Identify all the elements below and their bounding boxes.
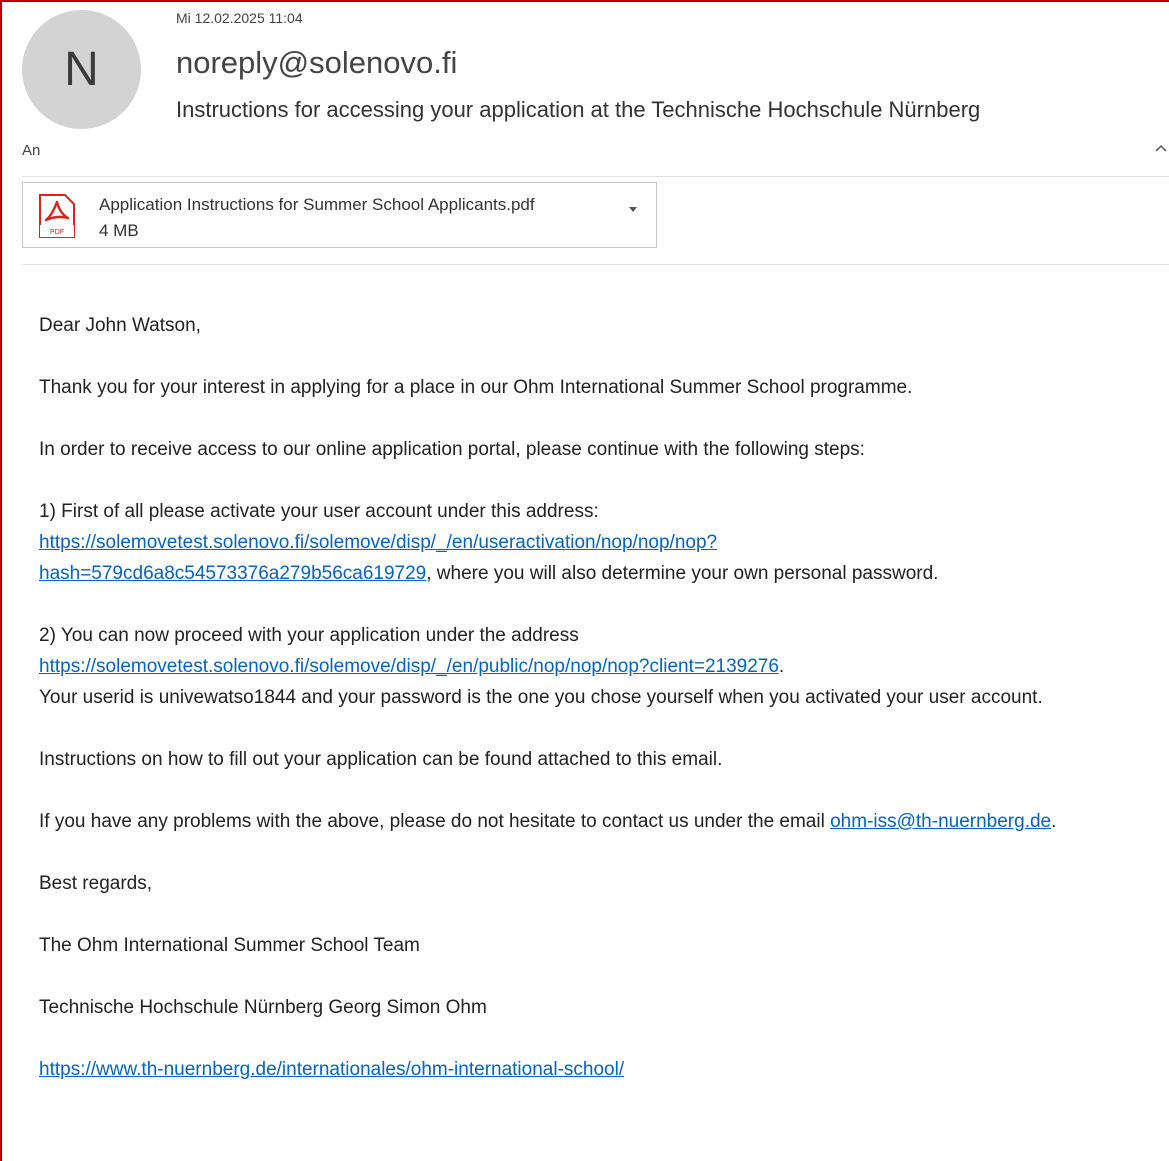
contact-email-link[interactable]: ohm-iss@th-nuernberg.de bbox=[830, 811, 1051, 832]
application-link[interactable]: https://solemovetest.solenovo.fi/solemov… bbox=[39, 656, 779, 677]
userid-text: Your userid is univewatso1844 and your p… bbox=[39, 687, 1043, 708]
contact-paragraph: If you have any problems with the above,… bbox=[39, 806, 1159, 837]
activation-link-line2[interactable]: hash=579cd6a8c54573376a279b56ca619729 bbox=[39, 563, 426, 584]
step1-paragraph: 1) First of all please activate your use… bbox=[39, 496, 1159, 589]
pdf-label: PDF bbox=[50, 229, 64, 236]
pdf-icon: PDF bbox=[37, 194, 77, 243]
signature-university: Technische Hochschule Nürnberg Georg Sim… bbox=[39, 997, 487, 1018]
instructions-paragraph: Instructions on how to fill out your app… bbox=[39, 749, 723, 770]
step1-suffix: , where you will also determine your own… bbox=[426, 563, 939, 584]
email-body: Dear John Watson, Thank you for your int… bbox=[39, 310, 1159, 1085]
to-label: An bbox=[22, 142, 41, 159]
step2-text: 2) You can now proceed with your applica… bbox=[39, 625, 579, 646]
signature-team: The Ohm International Summer School Team bbox=[39, 935, 420, 956]
closing: Best regards, bbox=[39, 873, 152, 894]
email-date: Mi 12.02.2025 11:04 bbox=[176, 10, 303, 26]
attachment-divider bbox=[22, 264, 1169, 265]
email-subject: Instructions for accessing your applicat… bbox=[176, 97, 981, 122]
sender-avatar: N bbox=[22, 10, 141, 129]
website-paragraph: https://www.th-nuernberg.de/internationa… bbox=[39, 1054, 1159, 1085]
attachment-name[interactable]: Application Instructions for Summer Scho… bbox=[99, 195, 535, 215]
header-divider bbox=[22, 176, 1169, 177]
step1-text: 1) First of all please activate your use… bbox=[39, 501, 599, 522]
sender-address[interactable]: noreply@solenovo.fi bbox=[176, 45, 457, 81]
website-link[interactable]: https://www.th-nuernberg.de/internationa… bbox=[39, 1059, 624, 1080]
thanks-paragraph: Thank you for your interest in applying … bbox=[39, 377, 913, 398]
attachment-card[interactable]: PDF Application Instructions for Summer … bbox=[22, 182, 657, 248]
greeting: Dear John Watson, bbox=[39, 315, 201, 336]
activation-link-line1[interactable]: https://solemovetest.solenovo.fi/solemov… bbox=[39, 532, 717, 553]
chevron-up-icon[interactable] bbox=[1154, 140, 1168, 158]
chevron-down-icon[interactable] bbox=[628, 201, 638, 216]
intro-paragraph: In order to receive access to our online… bbox=[39, 439, 865, 460]
contact-text: If you have any problems with the above,… bbox=[39, 811, 831, 832]
step2-paragraph: 2) You can now proceed with your applica… bbox=[39, 620, 1159, 713]
attachment-size: 4 MB bbox=[99, 221, 139, 240]
avatar-letter: N bbox=[64, 43, 99, 96]
step2-period: . bbox=[778, 656, 785, 677]
contact-period: . bbox=[1051, 811, 1057, 832]
